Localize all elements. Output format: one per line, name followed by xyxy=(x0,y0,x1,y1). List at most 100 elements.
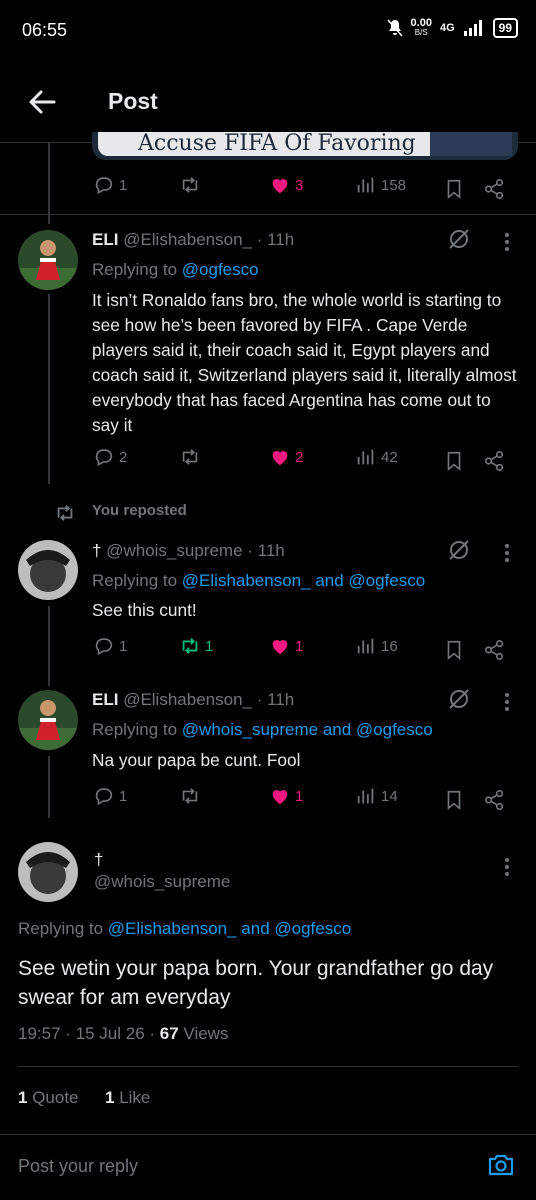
reply-button[interactable]: 1 xyxy=(93,785,127,807)
net-speed: 0.00 B/S xyxy=(410,17,432,38)
main-author-name[interactable]: † xyxy=(94,850,103,870)
heart-filled-icon xyxy=(272,790,288,805)
tweet-text: See this cunt! xyxy=(92,600,197,620)
page-title: Post xyxy=(108,88,158,114)
repost-icon xyxy=(57,505,73,521)
replying-to: Replying to @ogfesco xyxy=(92,260,259,279)
like-button[interactable]: 2 xyxy=(269,446,303,468)
more-options-icon[interactable] xyxy=(504,692,510,712)
replying-to: Replying to @Elishabenson_ and @ogfesco xyxy=(18,919,352,938)
share-icon[interactable] xyxy=(483,450,505,472)
bookmark-icon[interactable] xyxy=(443,450,465,472)
reply-button[interactable]: 1 xyxy=(93,174,127,196)
reply-icon xyxy=(95,638,113,656)
status-bar: 06:55 0.00 B/S 4G 99 xyxy=(0,0,536,60)
views-button[interactable]: 158 xyxy=(355,174,406,196)
repost-button[interactable] xyxy=(179,174,205,196)
views-button[interactable]: 14 xyxy=(355,785,398,807)
tweet-actions: 1 1 14 xyxy=(93,785,513,815)
tweet-actions: 1 3 158 xyxy=(93,174,513,204)
tweet-meta: 19:57 · 15 Jul 26 · 67 Views xyxy=(18,1024,229,1043)
tweet-divider xyxy=(0,214,536,215)
heart-filled-icon xyxy=(272,451,288,466)
reply-icon xyxy=(95,788,113,806)
bookmark-icon[interactable] xyxy=(443,639,465,661)
share-icon[interactable] xyxy=(483,789,505,811)
tweet-actions: 2 2 42 xyxy=(93,446,513,476)
reply-composer xyxy=(0,1140,536,1200)
tweet-text: It isn’t Ronaldo fans bro, the whole wor… xyxy=(92,290,517,435)
tweet-media-image[interactable]: Accuse FIFA Of Favoring xyxy=(92,132,518,160)
tweet-actions: 1 1 1 16 xyxy=(93,635,513,665)
views-chart-icon xyxy=(357,449,374,465)
mention-link[interactable]: @whois_supreme and @ogfesco xyxy=(182,720,433,739)
repost-label: You reposted xyxy=(92,502,187,519)
bookmark-icon[interactable] xyxy=(443,789,465,811)
grok-icon[interactable] xyxy=(446,686,472,712)
views-button[interactable]: 16 xyxy=(355,635,398,657)
repost-icon xyxy=(182,177,198,193)
repost-active-icon xyxy=(182,638,198,654)
heart-filled-icon xyxy=(272,640,288,655)
thread-line xyxy=(48,142,50,224)
media-caption: Accuse FIFA Of Favoring xyxy=(138,132,416,156)
views-chart-icon xyxy=(357,788,374,804)
main-author-handle[interactable]: @whois_supreme xyxy=(94,872,230,892)
more-options-icon[interactable] xyxy=(504,857,510,877)
divider xyxy=(18,1066,518,1067)
views-button[interactable]: 42 xyxy=(355,446,398,468)
avatar[interactable] xyxy=(18,230,78,290)
grok-icon[interactable] xyxy=(446,226,472,252)
replying-to: Replying to @whois_supreme and @ogfesco xyxy=(92,720,433,739)
network-type: 4G xyxy=(439,22,455,34)
camera-icon[interactable] xyxy=(486,1150,516,1180)
like-button[interactable]: 3 xyxy=(269,174,303,196)
tweet-text: Na your papa be cunt. Fool xyxy=(92,750,301,770)
battery-indicator: 99 xyxy=(492,18,518,38)
divider xyxy=(0,1134,536,1135)
repost-icon xyxy=(182,788,198,804)
more-options-icon[interactable] xyxy=(504,543,510,563)
status-time: 06:55 xyxy=(22,20,68,40)
views-chart-icon xyxy=(357,638,374,654)
like-button[interactable]: 1 xyxy=(269,635,303,657)
like-button[interactable]: 1 xyxy=(269,785,303,807)
reply-icon xyxy=(95,449,113,467)
repost-button[interactable] xyxy=(179,785,205,807)
thread-line xyxy=(48,294,50,484)
share-icon[interactable] xyxy=(483,178,505,200)
mention-link[interactable]: @Elishabenson_ and @ogfesco xyxy=(182,571,425,590)
status-icons: 0.00 B/S 4G 99 xyxy=(386,17,518,38)
avatar[interactable] xyxy=(18,540,78,600)
reply-icon xyxy=(95,177,113,195)
like-count[interactable]: 1 Like xyxy=(105,1088,150,1108)
mute-bell-icon xyxy=(386,19,403,37)
mention-link[interactable]: @Elishabenson_ and @ogfesco xyxy=(108,919,351,938)
tweet-author[interactable]: ELI @Elishabenson_ · 11h xyxy=(92,230,294,250)
mention-link[interactable]: @ogfesco xyxy=(182,260,259,279)
share-icon[interactable] xyxy=(483,639,505,661)
avatar[interactable] xyxy=(18,690,78,750)
repost-icon xyxy=(182,449,198,465)
back-arrow-icon[interactable] xyxy=(26,86,58,118)
tweet-author[interactable]: † @whois_supreme · 11h xyxy=(92,541,285,561)
heart-filled-icon xyxy=(272,179,288,194)
repost-button[interactable] xyxy=(179,446,205,468)
quote-count[interactable]: 1 Quote xyxy=(18,1088,79,1108)
bookmark-icon[interactable] xyxy=(443,178,465,200)
thread-line xyxy=(48,606,50,686)
more-options-icon[interactable] xyxy=(504,232,510,252)
avatar[interactable] xyxy=(18,842,78,902)
grok-icon[interactable] xyxy=(446,537,472,563)
replying-to: Replying to @Elishabenson_ and @ogfesco xyxy=(92,571,426,590)
repost-button[interactable]: 1 xyxy=(179,635,213,657)
main-tweet-text: See wetin your papa born. Your grandfath… xyxy=(18,957,494,1009)
thread-line xyxy=(48,756,50,818)
signal-icon xyxy=(463,20,482,36)
reply-input[interactable] xyxy=(16,1150,460,1182)
reply-button[interactable]: 1 xyxy=(93,635,127,657)
views-count: 67 xyxy=(159,1024,179,1043)
reply-button[interactable]: 2 xyxy=(93,446,127,468)
tweet-author[interactable]: ELI @Elishabenson_ · 11h xyxy=(92,690,294,710)
views-chart-icon xyxy=(357,177,374,193)
